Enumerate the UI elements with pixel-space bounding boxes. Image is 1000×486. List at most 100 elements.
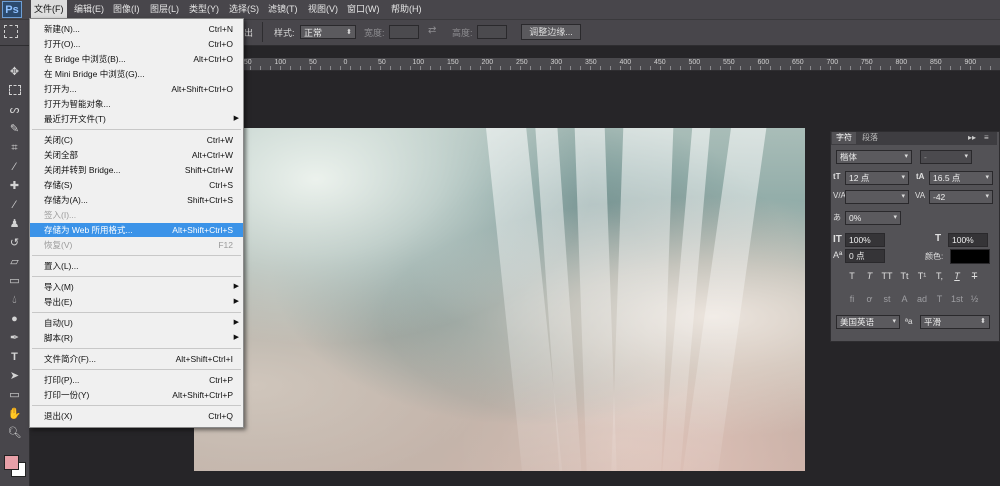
menu-help[interactable]: 帮助(H): [388, 0, 425, 19]
file-menu-item[interactable]: 在 Bridge 中浏览(B)... Alt+Ctrl+O: [30, 52, 243, 66]
type-style-button[interactable]: T: [950, 270, 964, 282]
swap-icon[interactable]: ⇄: [428, 25, 436, 36]
menu-select[interactable]: 选择(S): [226, 0, 262, 19]
eyedropper-tool-icon[interactable]: ⁄: [6, 161, 23, 174]
type-style-button[interactable]: Tt: [898, 270, 912, 282]
baseline-shift-field[interactable]: 0 点: [845, 249, 885, 263]
hand-tool-icon[interactable]: ✋: [6, 408, 23, 421]
refine-edge-button[interactable]: 调整边缘...: [521, 24, 581, 40]
file-menu-item[interactable]: 存储为 Web 所用格式... Alt+Shift+Ctrl+S: [30, 223, 243, 237]
file-menu-item[interactable]: 在 Mini Bridge 中浏览(G)...: [30, 67, 243, 81]
font-style-select[interactable]: - ▾: [920, 150, 972, 164]
ruler-number: 350: [585, 59, 597, 66]
file-menu-item[interactable]: 置入(L)...: [30, 259, 243, 273]
healing-brush-tool-icon[interactable]: ✚: [6, 180, 23, 193]
file-menu-item[interactable]: 存储为(A)... Shift+Ctrl+S: [30, 193, 243, 207]
file-menu-item[interactable]: 关闭并转到 Bridge... Shift+Ctrl+W: [30, 163, 243, 177]
menu-window[interactable]: 窗口(W): [344, 0, 383, 19]
opentype-button[interactable]: A: [898, 293, 912, 305]
zoom-tool-icon[interactable]: 🔍︎: [6, 427, 23, 440]
opentype-button[interactable]: ad: [915, 293, 929, 305]
file-menu-item[interactable]: 打开为智能对象...: [30, 97, 243, 111]
menu-item-label: 导入(M): [44, 282, 74, 292]
eraser-tool-icon[interactable]: ▱: [6, 256, 23, 269]
gradient-tool-icon[interactable]: ▭: [6, 275, 23, 288]
menu-filter[interactable]: 滤镜(T): [265, 0, 301, 19]
marquee-tool-icon[interactable]: [6, 85, 23, 98]
tracking-field[interactable]: -42 ▾: [929, 190, 993, 204]
font-family-select[interactable]: 楷体 ▾: [836, 150, 912, 164]
type-style-button[interactable]: TT: [880, 270, 894, 282]
menu-file[interactable]: 文件(F): [31, 0, 67, 19]
menu-edit[interactable]: 编辑(E): [71, 0, 107, 19]
opentype-button[interactable]: T: [933, 293, 947, 305]
font-size-field[interactable]: 12 点 ▾: [845, 171, 909, 185]
opentype-button[interactable]: 1st: [950, 293, 964, 305]
vertical-scale-field[interactable]: 100%: [845, 233, 885, 247]
type-style-button[interactable]: T: [968, 270, 982, 282]
height-input[interactable]: [477, 25, 507, 39]
file-menu-item[interactable]: 打开(O)... Ctrl+O: [30, 37, 243, 51]
tab-character[interactable]: 字符: [832, 132, 856, 144]
menu-layer[interactable]: 图层(L): [147, 0, 182, 19]
tsume-field[interactable]: 0% ▾: [845, 211, 901, 225]
opentype-button[interactable]: ơ: [863, 293, 877, 305]
menu-image[interactable]: 图像(I): [110, 0, 143, 19]
text-color-swatch[interactable]: [950, 249, 990, 264]
language-select[interactable]: 美国英语 ▾: [836, 315, 900, 329]
type-style-button[interactable]: T: [863, 270, 877, 282]
type-style-button[interactable]: T,: [933, 270, 947, 282]
menu-type[interactable]: 类型(Y): [186, 0, 222, 19]
opentype-button[interactable]: st: [880, 293, 894, 305]
file-menu-item[interactable]: 文件简介(F)... Alt+Shift+Ctrl+I: [30, 352, 243, 366]
leading-field[interactable]: 16.5 点 ▾: [929, 171, 993, 185]
crop-tool-icon[interactable]: ⌗: [6, 142, 23, 155]
file-menu-item[interactable]: 打印(P)... Ctrl+P: [30, 373, 243, 387]
file-menu-item[interactable]: 导入(M) ▶: [30, 280, 243, 294]
path-select-tool-icon[interactable]: ➤: [6, 370, 23, 383]
lasso-tool-icon[interactable]: ᔕ: [6, 104, 23, 117]
opentype-button[interactable]: fi: [845, 293, 859, 305]
foreground-color-swatch[interactable]: [4, 455, 19, 470]
opentype-button[interactable]: ½: [968, 293, 982, 305]
marquee-tool-icon[interactable]: [4, 25, 18, 38]
file-menu-item[interactable]: 脚本(R) ▶: [30, 331, 243, 345]
menu-item-label: 导出(E): [44, 297, 73, 307]
file-menu-item[interactable]: 打开为... Alt+Shift+Ctrl+O: [30, 82, 243, 96]
pen-tool-icon[interactable]: ✒: [6, 332, 23, 345]
type-style-button[interactable]: T: [845, 270, 859, 282]
brush-tool-icon[interactable]: ⁄: [6, 199, 23, 212]
menu-view[interactable]: 视图(V): [305, 0, 341, 19]
horizontal-scale-field[interactable]: 100%: [948, 233, 988, 247]
history-brush-tool-icon[interactable]: ↺: [6, 237, 23, 250]
photoshop-logo-icon: Ps: [2, 1, 22, 18]
quick-select-tool-icon[interactable]: ✎: [6, 123, 23, 136]
blur-tool-icon[interactable]: 💧︎: [6, 294, 23, 307]
panel-menu-icon[interactable]: ≡: [984, 133, 989, 142]
kerning-field[interactable]: ▾: [845, 190, 909, 204]
file-menu-item[interactable]: 关闭(C) Ctrl+W: [30, 133, 243, 147]
antialias-select[interactable]: 平滑 ⬍: [920, 315, 990, 329]
clone-stamp-tool-icon[interactable]: ♟: [6, 218, 23, 231]
file-menu-item[interactable]: 导出(E) ▶: [30, 295, 243, 309]
file-menu-item[interactable]: 存储(S) Ctrl+S: [30, 178, 243, 192]
type-tool-icon[interactable]: T: [6, 351, 23, 364]
dodge-tool-icon[interactable]: ●: [6, 313, 23, 326]
style-select[interactable]: 正常 ⬍: [300, 25, 356, 39]
vertical-scale-icon: IT: [833, 234, 842, 245]
collapse-icon[interactable]: ▸▸: [968, 133, 976, 142]
tab-paragraph[interactable]: 段落: [858, 132, 882, 144]
shape-tool-icon[interactable]: ▭: [6, 389, 23, 402]
file-menu-item[interactable]: 新建(N)... Ctrl+N: [30, 22, 243, 36]
file-menu-item[interactable]: 关闭全部 Alt+Ctrl+W: [30, 148, 243, 162]
menu-item-shortcut: Alt+Ctrl+W: [191, 150, 233, 160]
ruler-number: 250: [516, 59, 528, 66]
file-menu-item[interactable]: 自动(U) ▶: [30, 316, 243, 330]
width-input[interactable]: [389, 25, 419, 39]
file-menu-item[interactable]: 退出(X) Ctrl+Q: [30, 409, 243, 423]
document-canvas[interactable]: [194, 128, 805, 471]
move-tool-icon[interactable]: ✥: [6, 66, 23, 79]
file-menu-item[interactable]: 打印一份(Y) Alt+Shift+Ctrl+P: [30, 388, 243, 402]
file-menu-item[interactable]: 最近打开文件(T) ▶: [30, 112, 243, 126]
type-style-button[interactable]: T¹: [915, 270, 929, 282]
